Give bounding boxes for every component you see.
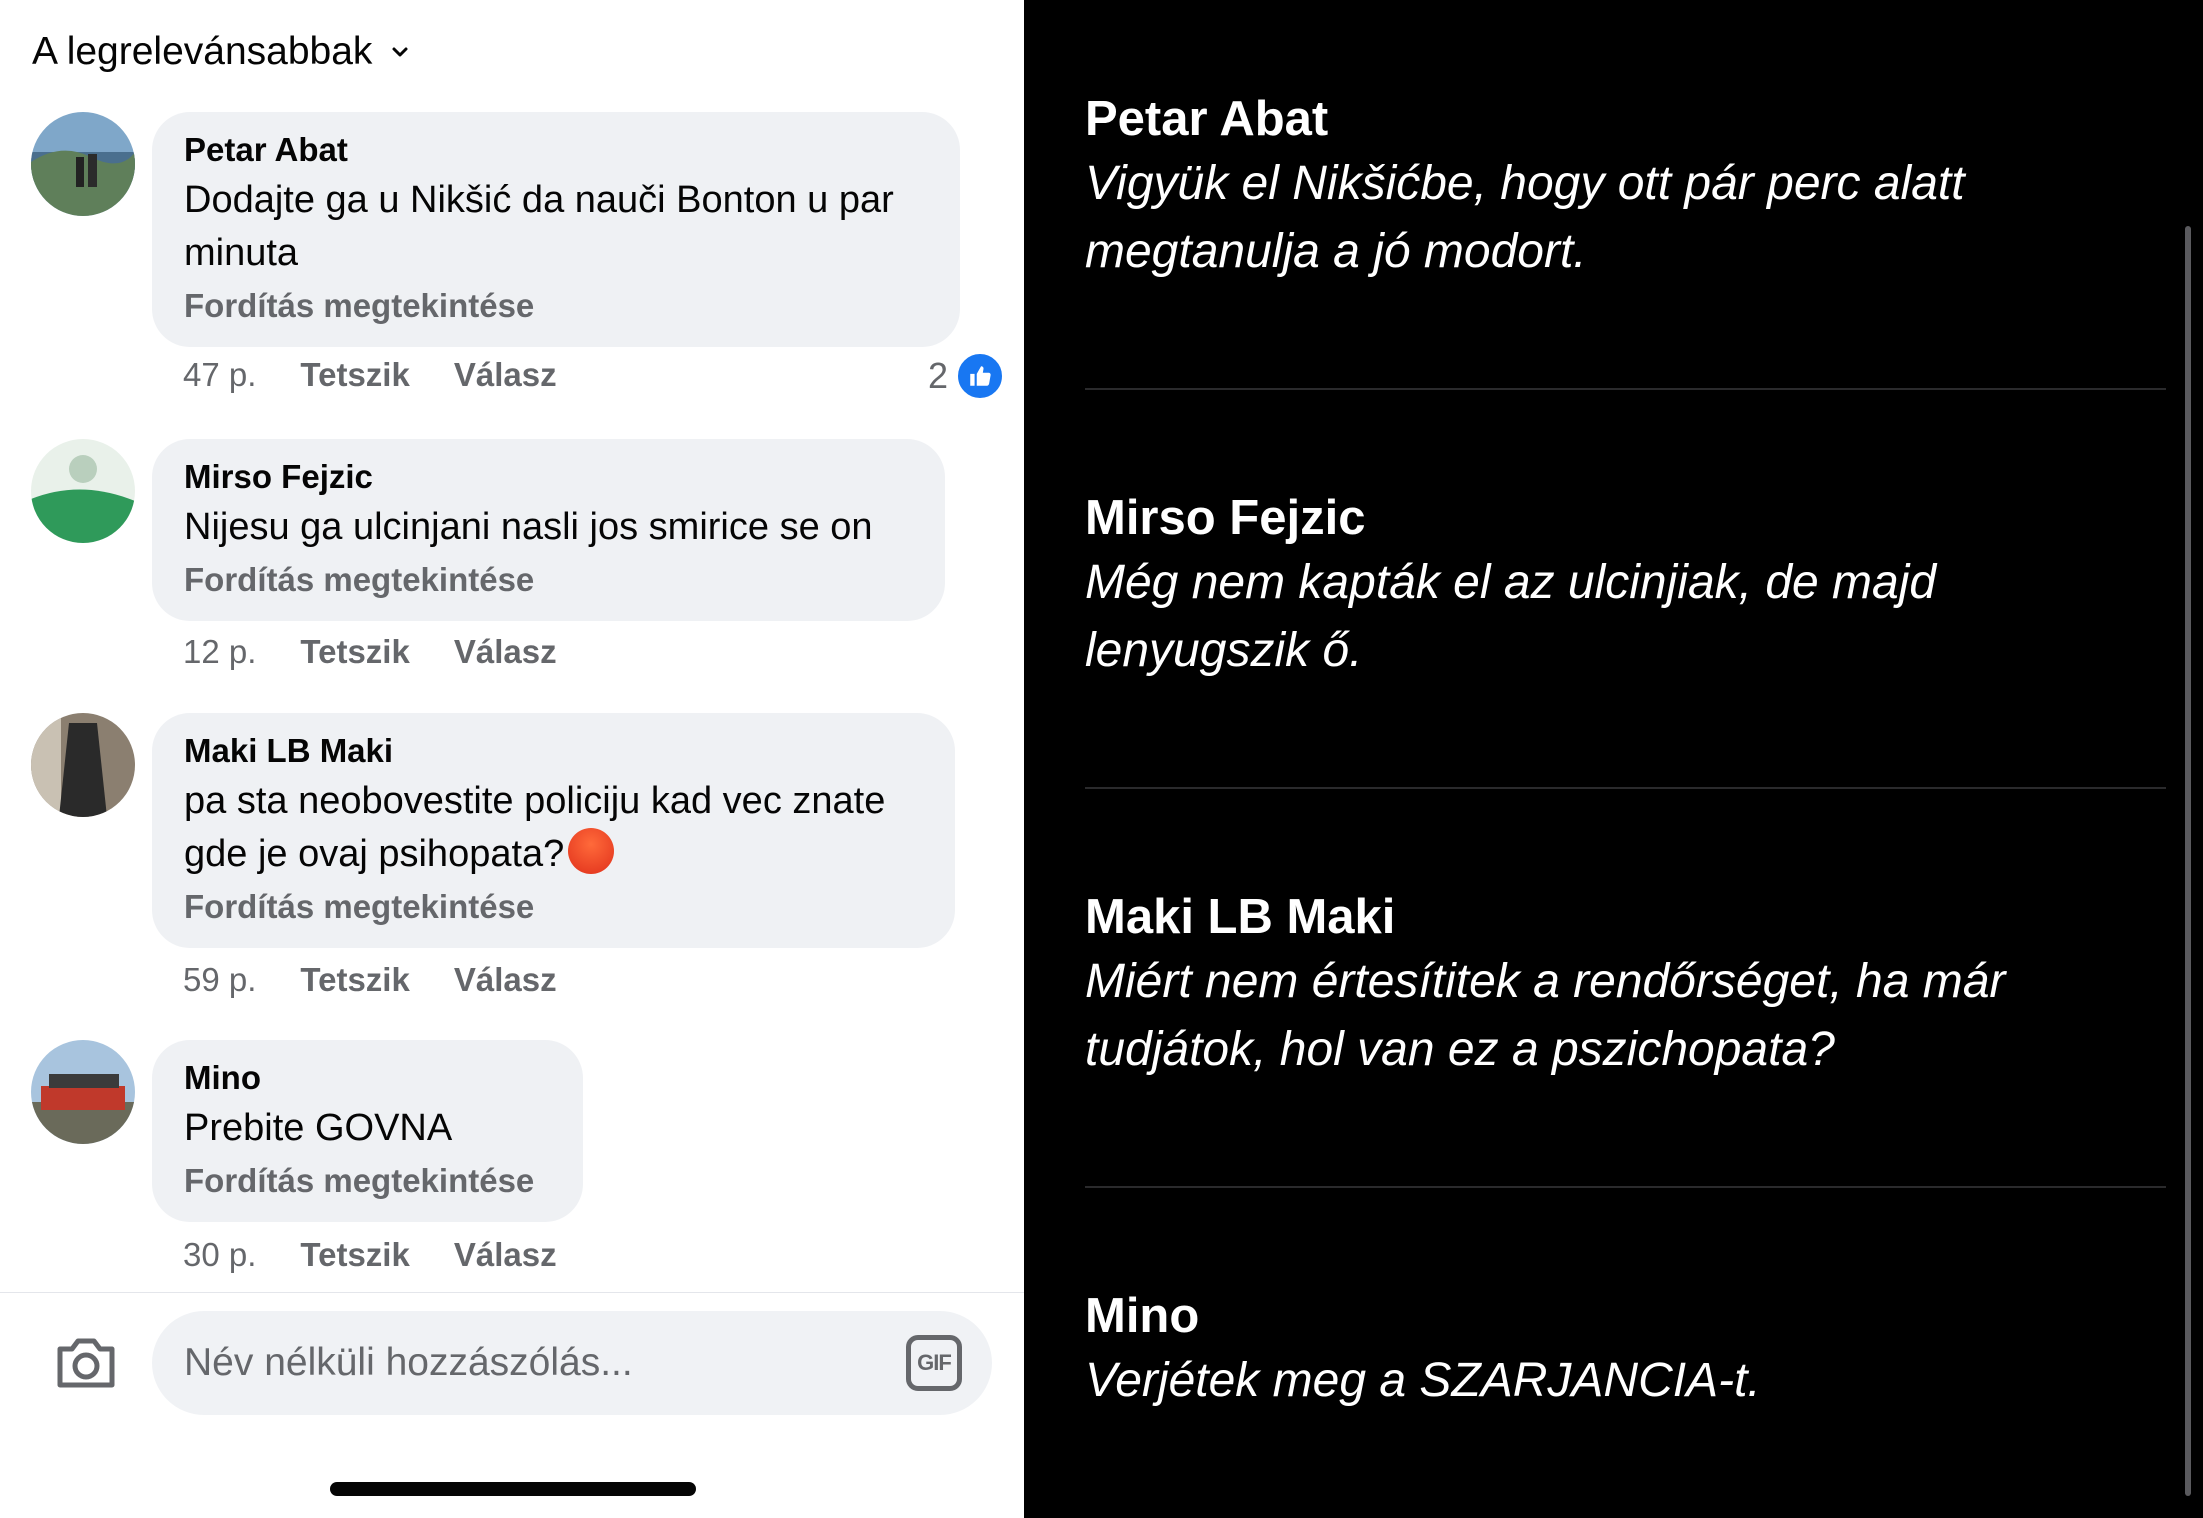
like-button[interactable]: Tetszik <box>300 633 409 671</box>
comment-meta: 47 p. Tetszik Válasz <box>183 356 557 394</box>
reply-button[interactable]: Válasz <box>454 356 557 394</box>
see-translation-link[interactable]: Fordítás megtekintése <box>184 560 913 600</box>
chevron-down-icon <box>392 47 408 57</box>
see-translation-link[interactable]: Fordítás megtekintése <box>184 286 928 326</box>
avatar[interactable] <box>31 112 135 216</box>
avatar[interactable] <box>31 1040 135 1144</box>
angry-face-icon <box>568 828 615 874</box>
comment-text-content: pa sta neobovestite policiju kad vec zna… <box>184 780 886 875</box>
comment-author[interactable]: Maki LB Maki <box>184 731 923 771</box>
reply-button[interactable]: Válasz <box>454 961 557 999</box>
like-button[interactable]: Tetszik <box>300 961 409 999</box>
reply-button[interactable]: Válasz <box>454 1236 557 1274</box>
translation-item: Petar Abat Vigyük el Nikšićbe, hogy ott … <box>1085 88 2165 286</box>
comment-text: Prebite GOVNA <box>184 1107 453 1149</box>
reaction-summary[interactable]: 2 <box>928 352 1005 400</box>
comment-author[interactable]: Mino <box>184 1058 551 1098</box>
translation-author: Petar Abat <box>1085 92 1329 146</box>
translation-author: Mirso Fejzic <box>1085 491 1366 545</box>
comments-pane: A legrelevánsabbak Petar Abat Dodajte ga… <box>0 0 1024 1518</box>
translation-item: Maki LB Maki Miért nem értesítitek a ren… <box>1085 886 2165 1084</box>
comment-author[interactable]: Petar Abat <box>184 130 928 170</box>
sort-dropdown[interactable]: A legrelevánsabbak <box>32 30 410 74</box>
comment-meta: 12 p. Tetszik Válasz <box>183 633 557 671</box>
avatar[interactable] <box>31 713 135 817</box>
translation-item: Mino Verjétek meg a SZARJANCIA-t. <box>1085 1285 2165 1415</box>
divider <box>1085 388 2166 390</box>
comment-text: pa sta neobovestite policiju kad vec zna… <box>184 775 923 881</box>
comment-time: 12 p. <box>183 633 257 670</box>
like-button[interactable]: Tetszik <box>300 356 409 394</box>
divider <box>1085 787 2166 789</box>
comment-bubble: Maki LB Maki pa sta neobovestite policij… <box>152 713 955 948</box>
sort-label: A legrelevánsabbak <box>32 30 373 73</box>
translation-text: Verjétek meg a SZARJANCIA-t. <box>1085 1354 1761 1407</box>
comment-time: 30 p. <box>183 1236 257 1273</box>
see-translation-link[interactable]: Fordítás megtekintése <box>184 887 923 927</box>
comment-time: 59 p. <box>183 961 257 998</box>
translation-pane: Petar Abat Vigyük el Nikšićbe, hogy ott … <box>1024 0 2203 1518</box>
comment-input[interactable]: Név nélküli hozzászólás... GIF <box>152 1311 992 1415</box>
comment-bubble: Mino Prebite GOVNA Fordítás megtekintése <box>152 1040 583 1222</box>
divider <box>1085 1186 2166 1188</box>
translation-text: Miért nem értesítitek a rendőrséget, ha … <box>1085 955 2006 1076</box>
comment-time: 47 p. <box>183 356 257 393</box>
comment-text: Nijesu ga ulcinjani nasli jos smirice se… <box>184 506 873 548</box>
avatar[interactable] <box>31 439 135 543</box>
comment-meta: 30 p. Tetszik Válasz <box>183 1236 557 1274</box>
see-translation-link[interactable]: Fordítás megtekintése <box>184 1161 551 1201</box>
comment-bubble: Mirso Fejzic Nijesu ga ulcinjani nasli j… <box>152 439 945 621</box>
translation-author: Maki LB Maki <box>1085 890 1396 944</box>
comment-author[interactable]: Mirso Fejzic <box>184 457 913 497</box>
scrollbar[interactable] <box>2185 226 2191 1496</box>
reaction-count: 2 <box>928 355 949 396</box>
thumbs-up-icon <box>956 352 1005 400</box>
comment-input-placeholder: Név nélküli hozzászólás... <box>184 1341 633 1384</box>
comment-meta: 59 p. Tetszik Válasz <box>183 961 557 999</box>
camera-icon[interactable] <box>54 1333 118 1393</box>
reply-button[interactable]: Válasz <box>454 633 557 671</box>
home-indicator <box>330 1482 696 1496</box>
translation-text: Még nem kapták el az ulcinjiak, de majd … <box>1085 556 1937 677</box>
translation-item: Mirso Fejzic Még nem kapták el az ulcinj… <box>1085 487 2165 685</box>
translation-author: Mino <box>1085 1289 1200 1343</box>
comment-text: Dodajte ga u Nikšić da nauči Bonton u pa… <box>184 179 894 274</box>
like-button[interactable]: Tetszik <box>300 1236 409 1274</box>
translation-text: Vigyük el Nikšićbe, hogy ott pár perc al… <box>1085 157 1965 278</box>
gif-button[interactable]: GIF <box>906 1335 962 1391</box>
comment-bubble: Petar Abat Dodajte ga u Nikšić da nauči … <box>152 112 960 347</box>
